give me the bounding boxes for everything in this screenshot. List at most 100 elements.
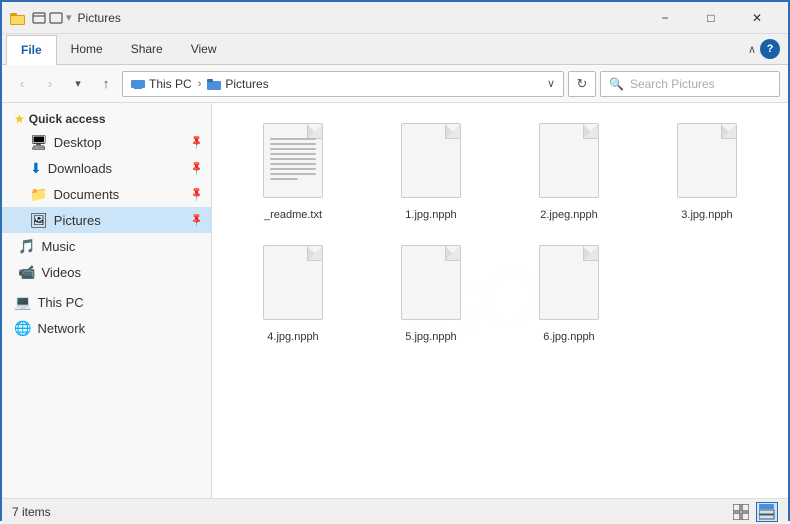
breadcrumb-sep: › bbox=[198, 78, 202, 90]
file-name-5: 5.jpg.npph bbox=[405, 331, 456, 343]
sidebar-item-network[interactable]: 🌐 Network bbox=[2, 315, 211, 341]
view-large-button[interactable] bbox=[756, 502, 778, 522]
status-bar: 7 items bbox=[2, 498, 788, 524]
item-count: 7 items bbox=[12, 505, 51, 519]
documents-label: Documents bbox=[53, 187, 184, 202]
documents-icon: 📁 bbox=[30, 186, 47, 203]
pictures-label: Pictures bbox=[54, 213, 185, 228]
fold-3 bbox=[722, 124, 736, 138]
file-icon-5 bbox=[396, 245, 466, 325]
pin-icon-4: 📌 bbox=[188, 212, 205, 229]
quick-access-label: Quick access bbox=[29, 112, 106, 126]
desktop-label: Desktop bbox=[54, 135, 185, 150]
view-controls bbox=[730, 502, 778, 522]
address-dropdown-icon[interactable]: ∨ bbox=[547, 77, 555, 90]
sidebar-item-pictures[interactable]: 🖼 Pictures 📌 bbox=[2, 207, 211, 233]
file-name-1: 1.jpg.npph bbox=[405, 209, 456, 221]
dropdown-button[interactable]: ▾ bbox=[66, 72, 90, 96]
ribbon-right: ∧ ? bbox=[748, 39, 788, 59]
breadcrumb-thispc: This PC bbox=[131, 77, 192, 91]
search-icon: 🔍 bbox=[609, 77, 624, 91]
videos-icon: 📹 bbox=[18, 264, 35, 281]
file-icon-readme bbox=[258, 123, 328, 203]
back-button[interactable]: ‹ bbox=[10, 72, 34, 96]
file-item-readme[interactable]: _readme.txt bbox=[228, 115, 358, 227]
pin-icon: 📌 bbox=[188, 134, 205, 151]
file-item-6[interactable]: 6.jpg.npph bbox=[504, 237, 634, 349]
title-controls: − □ ✕ bbox=[642, 2, 780, 34]
main-layout: ★ Quick access 🖥 Desktop 📌 ⬇ Downloads 📌… bbox=[2, 103, 788, 498]
file-item-4[interactable]: 4.jpg.npph bbox=[228, 237, 358, 349]
tab-share[interactable]: Share bbox=[117, 34, 177, 64]
file-item-5[interactable]: 5.jpg.npph bbox=[366, 237, 496, 349]
sidebar-item-documents[interactable]: 📁 Documents 📌 bbox=[2, 181, 211, 207]
files-grid: _readme.txt 1.jpg.npph 2.jpeg.npph bbox=[228, 115, 772, 349]
file-page-4 bbox=[263, 245, 323, 320]
refresh-button[interactable]: ↻ bbox=[568, 71, 596, 97]
quick-access-header[interactable]: ★ Quick access bbox=[2, 107, 211, 129]
tab-home[interactable]: Home bbox=[57, 34, 117, 64]
fold-1 bbox=[446, 124, 460, 138]
forward-button[interactable]: › bbox=[38, 72, 62, 96]
tab-view[interactable]: View bbox=[177, 34, 231, 64]
title-bar-left: ▾ Pictures bbox=[10, 10, 121, 26]
ribbon-collapse-icon[interactable]: ∧ bbox=[748, 43, 756, 56]
file-page-6 bbox=[539, 245, 599, 320]
quick-access-icons: ▾ bbox=[32, 11, 72, 24]
file-icon-1 bbox=[396, 123, 466, 203]
file-name-4: 4.jpg.npph bbox=[267, 331, 318, 343]
desktop-icon: 🖥 bbox=[30, 134, 48, 151]
folder-icon bbox=[10, 10, 26, 26]
sidebar-item-desktop[interactable]: 🖥 Desktop 📌 bbox=[2, 129, 211, 155]
pin-icon-2: 📌 bbox=[188, 160, 205, 177]
file-page-2 bbox=[539, 123, 599, 198]
sidebar-item-videos[interactable]: 📹 Videos bbox=[2, 259, 211, 285]
thispc-label: This PC bbox=[37, 295, 203, 310]
file-area: iSOC bbox=[212, 103, 788, 498]
file-icon-2 bbox=[534, 123, 604, 203]
file-name-2: 2.jpeg.npph bbox=[540, 209, 598, 221]
pictures-icon: 🖼 bbox=[30, 212, 48, 229]
file-item-3[interactable]: 3.jpg.npph bbox=[642, 115, 772, 227]
help-button[interactable]: ? bbox=[760, 39, 780, 59]
fold-6 bbox=[584, 246, 598, 260]
up-button[interactable]: ↑ bbox=[94, 72, 118, 96]
pin-icon-3: 📌 bbox=[188, 186, 205, 203]
file-icon-6 bbox=[534, 245, 604, 325]
txt-lines-readme bbox=[270, 138, 316, 183]
file-name-3: 3.jpg.npph bbox=[681, 209, 732, 221]
file-page-readme bbox=[263, 123, 323, 198]
search-box[interactable]: 🔍 Search Pictures bbox=[600, 71, 780, 97]
file-page-3 bbox=[677, 123, 737, 198]
file-icon-4 bbox=[258, 245, 328, 325]
file-item-2[interactable]: 2.jpeg.npph bbox=[504, 115, 634, 227]
sidebar-item-thispc[interactable]: 💻 This PC bbox=[2, 289, 211, 315]
file-item-1[interactable]: 1.jpg.npph bbox=[366, 115, 496, 227]
ribbon: File Home Share View ∧ ? bbox=[2, 34, 788, 65]
fold-readme bbox=[308, 124, 322, 138]
address-box[interactable]: This PC › Pictures ∨ bbox=[122, 71, 564, 97]
view-grid-button[interactable] bbox=[730, 502, 752, 522]
sidebar-item-music[interactable]: 🎵 Music bbox=[2, 233, 211, 259]
window-title: Pictures bbox=[78, 11, 121, 25]
music-icon: 🎵 bbox=[18, 238, 35, 255]
tab-file[interactable]: File bbox=[6, 35, 57, 65]
music-label: Music bbox=[41, 239, 203, 254]
maximize-button[interactable]: □ bbox=[688, 2, 734, 34]
network-icon: 🌐 bbox=[14, 320, 31, 337]
title-bar: ▾ Pictures − □ ✕ bbox=[2, 2, 788, 34]
sidebar-item-downloads[interactable]: ⬇ Downloads 📌 bbox=[2, 155, 211, 181]
minimize-button[interactable]: − bbox=[642, 2, 688, 34]
sidebar: ★ Quick access 🖥 Desktop 📌 ⬇ Downloads 📌… bbox=[2, 103, 212, 498]
ribbon-tabs: File Home Share View ∧ ? bbox=[2, 34, 788, 64]
breadcrumb-pictures: Pictures bbox=[207, 77, 268, 91]
close-button[interactable]: ✕ bbox=[734, 2, 780, 34]
file-icon-3 bbox=[672, 123, 742, 203]
file-page-5 bbox=[401, 245, 461, 320]
fold-4 bbox=[308, 246, 322, 260]
videos-label: Videos bbox=[41, 265, 203, 280]
address-bar: ‹ › ▾ ↑ This PC › Pictures ∨ ↻ 🔍 Search … bbox=[2, 65, 788, 103]
downloads-label: Downloads bbox=[48, 161, 185, 176]
thispc-icon: 💻 bbox=[14, 294, 31, 311]
fold-2 bbox=[584, 124, 598, 138]
